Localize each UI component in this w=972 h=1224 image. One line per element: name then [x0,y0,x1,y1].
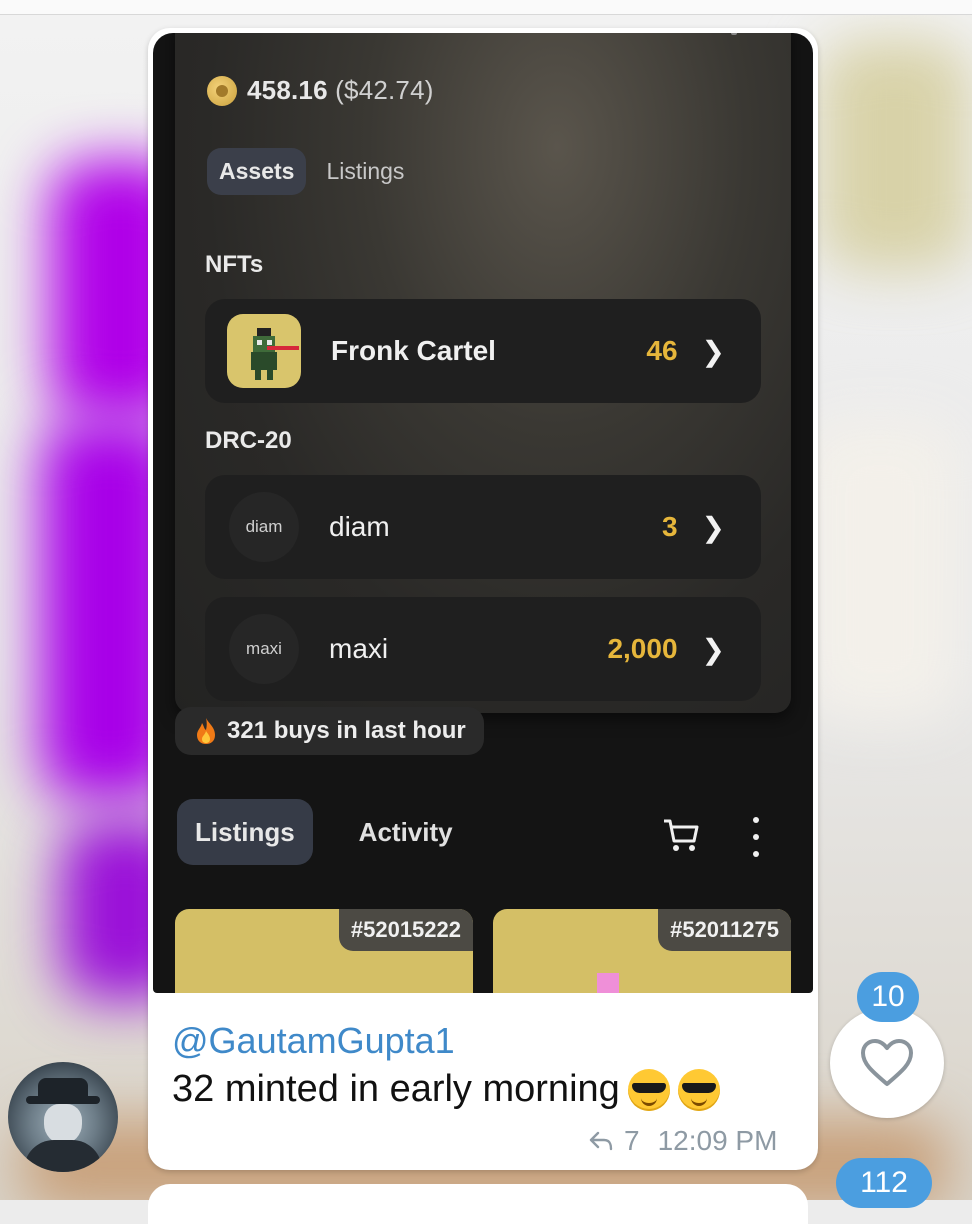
top-edge [0,0,972,15]
tab-market-listings[interactable]: Listings [177,799,313,865]
balance-row: 458.16 ($42.74) [207,75,434,106]
avatar[interactable] [8,1062,118,1172]
balance-value: 458.16 [247,75,328,105]
tab-activity[interactable]: Activity [341,799,471,865]
balance-usd: ($42.74) [335,75,434,105]
tab-assets[interactable]: Assets [207,148,307,195]
nft-name: Fronk Cartel [331,335,496,366]
nfts-heading: NFTs [205,251,264,278]
forward-icon [589,1131,613,1151]
sunglasses-emoji-icon [677,1068,720,1111]
background-blur [820,40,970,270]
market-tabs: Listings Activity [177,799,471,865]
token-count: 3 [661,511,678,542]
chevron-right-icon: ❯ [701,335,725,367]
unread-count-badge[interactable]: 112 [836,1158,932,1208]
listing-card[interactable]: #52011275 [493,909,791,993]
drc20-heading: DRC-20 [205,427,292,454]
listing-tag: #52015222 [338,909,473,951]
token-row-maxi[interactable]: maxi maxi 2,000 ❯ [205,597,761,701]
maxi-token-icon: maxi [229,614,299,684]
background-blur [800,420,960,720]
like-count-badge[interactable]: 10 [857,972,919,1022]
message-time: 12:09 PM [657,1125,778,1156]
nft-row-fronk-cartel[interactable]: Fronk Cartel 46 ❯ [205,299,761,403]
cart-icon[interactable] [661,815,701,855]
wallet-tabs: Assets Listings [207,148,416,195]
message-meta: 7 12:09 PM [588,1125,777,1157]
fronk-cartel-thumbnail [227,314,301,388]
sunglasses-emoji-icon [627,1068,670,1111]
tab-listings[interactable]: Listings [314,148,416,195]
chevron-right-icon: ❯ [701,633,725,665]
listing-tag: #52011275 [658,909,791,951]
chevron-right-icon: ❯ [701,511,725,543]
heart-icon [861,1039,913,1086]
next-message-bubble [148,1184,808,1224]
fire-icon [197,718,215,744]
message-body: 32 minted in early morning [172,1068,620,1110]
listing-card[interactable]: #52015222 [175,909,473,993]
token-row-diam[interactable]: diam diam 3 ❯ [205,475,761,579]
screenshot-image[interactable]: 458.16 ($42.74) Assets Listings NFTs Fro… [153,33,813,993]
token-count: 2,000 [607,633,678,664]
balance-amount: 458.16 ($42.74) [247,75,434,106]
buys-banner: 321 buys in last hour [175,707,484,755]
nft-count: 46 [646,335,678,366]
more-options-icon[interactable] [749,817,763,857]
buys-text: 321 buys in last hour [227,717,466,744]
cropped-status-bar [731,33,737,35]
diam-token-icon: diam [229,492,299,562]
sender-name[interactable]: @GautamGupta1 [172,1020,455,1062]
token-name: maxi [329,633,389,664]
wallet-panel: 458.16 ($42.74) Assets Listings NFTs Fro… [175,33,791,713]
message-text: 32 minted in early morning [172,1068,720,1111]
forward-count: 7 [624,1125,640,1156]
token-name: diam [329,511,390,542]
nft-pixel-art [597,973,619,993]
dogecoin-icon [207,75,237,106]
frog-pixel-icon [251,328,299,380]
like-button[interactable] [830,1008,944,1118]
